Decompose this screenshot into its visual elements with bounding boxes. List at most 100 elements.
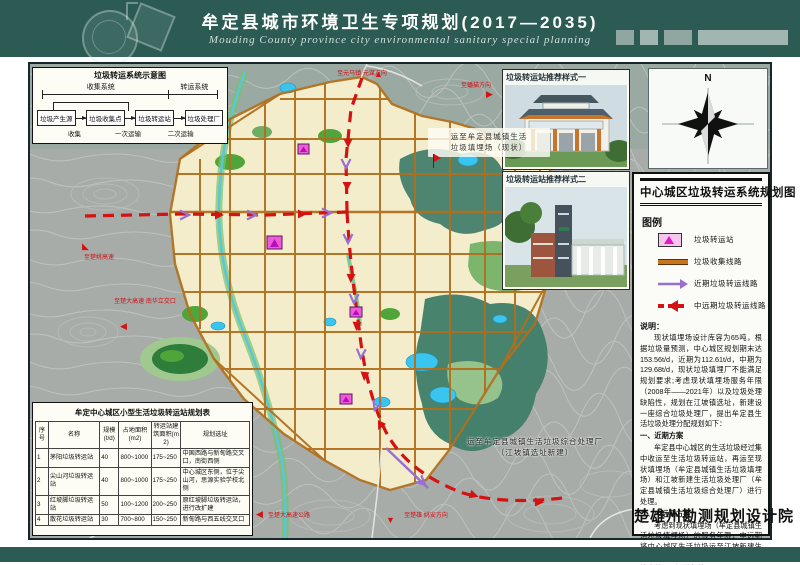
long-term-route-icon (658, 299, 688, 311)
table-header-row: 序号 名称 规模(t/d) 占地面积(m2) 转运站建筑面积(m2) 规划选址 (36, 422, 250, 449)
cell: 30 (100, 514, 119, 525)
transfer-system-diagram: 垃圾转运系统示意图 收集系统 转运系统 垃圾产生源 垃圾收集点 垃圾转运站 垃圾… (32, 67, 228, 144)
photo-caption: 垃圾转运站推荐样式二 (503, 172, 629, 187)
cell: 50 (100, 495, 119, 514)
secondary-transport-label: 二次运输 (168, 128, 194, 138)
north-label: N (649, 73, 767, 84)
legend-panel: 中心城区垃圾转运系统规划图 图例 垃圾转运站 垃圾收集线路 近期垃圾转运线路 (632, 172, 770, 536)
landfill-flag-icon (434, 154, 441, 162)
flow-box-treatment-plant: 垃圾处理厂 (185, 110, 224, 126)
cell: 700~800 (119, 514, 151, 525)
poster-title: 牟定县城市环境卫生专项规划(2017—2035) (185, 8, 615, 33)
legend-label: 中远期垃圾转运线路 (694, 300, 766, 311)
dir-label-yuanmou: 至元马镇 元谋方向 (330, 70, 394, 78)
legend-item-long-term-route: 中远期垃圾转运线路 (658, 299, 762, 311)
legend-label: 垃圾转运站 (694, 234, 734, 245)
landfill-annotation: 运至牟定县城镇生活 垃圾填埋场（现状） (428, 128, 550, 157)
compass-rose-icon (649, 84, 767, 166)
cell: 800~1000 (119, 468, 151, 495)
cell: 4 (36, 514, 49, 525)
collection-system-label: 收集系统 (87, 82, 115, 92)
landfill-line2: 垃圾填埋场（现状） (430, 142, 548, 153)
highway-arrow-icon: ▲ (374, 70, 383, 79)
seal-mark-icon (126, 2, 138, 20)
cell: 40 (100, 468, 119, 495)
diagram-title: 垃圾转运系统示意图 (36, 70, 224, 81)
cell: 中国西路与新甸路交叉口，南街西侧 (181, 449, 250, 468)
cell: 40 (100, 449, 119, 468)
return-loop-line (53, 102, 129, 111)
table-row: 4散花垃圾转运站 30700~800 150~250新甸路与西五线交叉口 (36, 514, 250, 525)
station-plan-table-panel: 牟定中心城区小型生活垃圾转运站规划表 序号 名称 规模(t/d) 占地面积(m2… (32, 402, 253, 536)
cell: 红坡脚垃圾转运站 (48, 495, 99, 514)
cell: 原红坡脚垃圾转运站，进行改扩建 (181, 495, 250, 514)
flow-box-source: 垃圾产生源 (37, 110, 76, 126)
station-plan-table: 序号 名称 规模(t/d) 占地面积(m2) 转运站建筑面积(m2) 规划选址 … (35, 421, 250, 526)
diagram-flow-row: 垃圾产生源 垃圾收集点 垃圾转运站 垃圾处理厂 (37, 110, 223, 126)
photo-caption: 垃圾转运站推荐样式一 (503, 70, 629, 85)
near-term-route-icon (658, 277, 688, 289)
highway-arrow-icon: ◀ (256, 510, 263, 519)
dir-label-chuyao-expressway: 至楚姚高速 (64, 254, 134, 262)
bracket-line (42, 94, 218, 95)
footer-bar (0, 547, 800, 562)
dir-label-chuxiong-yaoan: 至楚雄 姚安方向 (398, 512, 454, 520)
table-row: 3红坡脚垃圾转运站 50100~1200 200~250原红坡脚垃圾转运站，进行… (36, 495, 250, 514)
cell: 200~250 (151, 495, 181, 514)
col-header: 规模(t/d) (100, 422, 119, 449)
modern-building-image (505, 187, 627, 287)
bracket-tick (42, 90, 43, 99)
highway-arrow-icon: ▶ (486, 90, 493, 99)
col-header: 占地面积(m2) (119, 422, 151, 449)
header-decor-block (664, 30, 692, 45)
cell: 茅阳垃圾转运站 (48, 449, 99, 468)
dir-label-chuda-highway: 至楚大高速公路 (268, 512, 310, 520)
legend-item-transfer-station: 垃圾转运站 (658, 233, 762, 245)
map-sheet-title: 中心城区垃圾转运系统规划图 (640, 178, 762, 206)
collection-route-icon (658, 255, 688, 267)
legend-title: 图例 (642, 214, 762, 229)
flow-arrow (125, 118, 136, 119)
cell: 3 (36, 495, 49, 514)
diagram-bracket: 收集系统 转运系统 (40, 82, 220, 100)
treatment-plant-annotation: 运至牟定县城镇生活垃圾综合处理厂 （江坡镇选址新建） (450, 436, 620, 459)
col-header: 规划选址 (181, 422, 250, 449)
cell: 新甸路与西五线交叉口 (181, 514, 250, 525)
compass-panel: N (648, 68, 768, 169)
plant-line2: （江坡镇选址新建） (450, 447, 620, 458)
col-header: 名称 (48, 422, 99, 449)
header-decor-block (640, 30, 658, 45)
legend-item-near-term-route: 近期垃圾转运线路 (658, 277, 762, 289)
transfer-system-label: 转运系统 (180, 82, 208, 92)
planning-poster: 牟定县城市环境卫生专项规划(2017—2035) Mouding County … (0, 0, 800, 565)
dir-label-panmao: 至蟠猫方向 (444, 82, 508, 90)
notes-paragraph: 现状填埋场设计库容为65吨，根据垃圾量预测，中心城区规划期末达153.56t/d… (640, 333, 762, 430)
cell: 中心城区东侧，位于尖山河，思源实验学校北侧 (181, 468, 250, 495)
flow-step-labels: 收集 一次运输 二次运输 (36, 128, 224, 138)
flow-arrow (174, 118, 185, 119)
header-decor-block (616, 30, 634, 45)
transfer-station-icon (658, 233, 688, 245)
legend-label: 垃圾收集线路 (694, 256, 742, 267)
flow-box-transfer-station: 垃圾转运站 (135, 110, 174, 126)
poster-subtitle: Mouding County province city environment… (185, 34, 615, 46)
cell: 100~1200 (119, 495, 151, 514)
bracket-tick (168, 90, 169, 99)
table-row: 2尖山河垃圾转运站 40800~1000 175~250中心城区东侧，位于尖山河… (36, 468, 250, 495)
design-institute-signature: 楚雄州勘测规划设计院 (634, 505, 768, 526)
cell: 1 (36, 449, 49, 468)
cell: 2 (36, 468, 49, 495)
primary-transport-label: 一次运输 (115, 128, 141, 138)
col-header: 转运站建筑面积(m2) (151, 422, 181, 449)
map-board: 垃圾转运系统示意图 收集系统 转运系统 垃圾产生源 垃圾收集点 垃圾转运站 垃圾… (28, 62, 772, 540)
notes-title: 说明： (640, 321, 762, 332)
cell: 175~250 (151, 449, 181, 468)
legend-item-collection-route: 垃圾收集线路 (658, 255, 762, 267)
near-term-plan-heading: 一、近期方案 (640, 431, 762, 442)
cell: 尖山河垃圾转运站 (48, 468, 99, 495)
highway-arrow-icon: ◣ (82, 242, 89, 251)
highway-arrow-icon: ◀ (120, 322, 127, 331)
dir-label-chuda-expressway: 至楚大高速 南华立交口 (108, 298, 182, 306)
landfill-line1: 运至牟定县城镇生活 (430, 131, 548, 142)
plant-line1: 运至牟定县城镇生活垃圾综合处理厂 (450, 436, 620, 447)
